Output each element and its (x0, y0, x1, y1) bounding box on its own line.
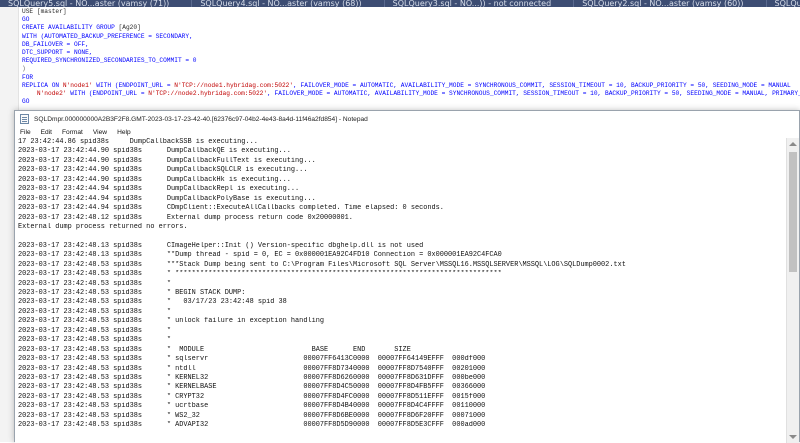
scrollbar-thumb[interactable] (789, 152, 797, 272)
log-line: 2023-03-17 23:42:48.12 spid38s External … (18, 214, 784, 223)
code-token: , FAILOVER_MODE = AUTOMATIC, AVAILABILIT… (267, 90, 800, 97)
code-line: FOR (22, 74, 800, 82)
window-title: SQLDmpr.000000000A2B3F2F8.GMT-2023-03-17… (34, 116, 368, 123)
code-token: DB_FAILOVER = OFF, (22, 41, 89, 48)
log-line: 2023-03-17 23:42:48.53 spid38s * unlock … (18, 317, 784, 326)
ssms-document-tabs: SQLQuery5.sql - NO...aster (vamsy (71))S… (0, 0, 800, 7)
log-line: External dump process returned no errors… (18, 223, 784, 232)
code-token: , FAILOVER_MODE = AUTOMATIC, AVAILABILIT… (293, 82, 791, 89)
code-line: GO (22, 98, 800, 106)
log-line: 2023-03-17 23:42:44.94 spid38s CDmpClien… (18, 204, 784, 213)
code-token: USE [master] (22, 8, 67, 15)
notepad-titlebar[interactable]: SQLDmpr.000000000A2B3F2F8.GMT-2023-03-17… (15, 111, 799, 127)
menu-file[interactable]: File (20, 129, 31, 136)
code-line: DTC_SUPPORT = NONE, (22, 49, 800, 57)
log-line: 17 23:42:44.86 spid38s DumpCallbackSSB i… (18, 138, 784, 147)
code-token: REPLICA ON (22, 82, 63, 89)
scroll-down-arrow-icon[interactable] (789, 435, 797, 439)
ssms-tab[interactable]: SQLQuery2.sql - NO...aster (vamsy (60)) (574, 0, 766, 7)
code-token: GO (22, 98, 29, 105)
code-token: N'TCP://node2.hybridag.com:5022' (148, 90, 267, 97)
notepad-window: SQLDmpr.000000000A2B3F2F8.GMT-2023-03-17… (14, 110, 800, 442)
log-line: 2023-03-17 23:42:48.53 spid38s * WS2_32 … (18, 412, 784, 421)
menu-format[interactable]: Format (62, 129, 83, 136)
log-line: 2023-03-17 23:42:48.53 spid38s * sqlserv… (18, 355, 784, 364)
log-text: 17 23:42:44.86 spid38s DumpCallbackSSB i… (18, 138, 784, 431)
log-line: 2023-03-17 23:42:48.53 spid38s * (18, 336, 784, 345)
notepad-icon (20, 114, 29, 124)
log-line: 2023-03-17 23:42:48.53 spid38s * ntdll 0… (18, 365, 784, 374)
menu-help[interactable]: Help (117, 129, 131, 136)
code-token: N'node2' (22, 90, 67, 97)
ssms-tab[interactable]: SQLQuery1.sql - NO...aster (vamsy (71)) (767, 0, 800, 7)
scroll-up-arrow-icon[interactable] (789, 142, 797, 146)
log-line: 2023-03-17 23:42:48.53 spid38s * 03/17/2… (18, 298, 784, 307)
log-line: 2023-03-17 23:42:48.53 spid38s * CRYPT32… (18, 393, 784, 402)
log-line: 2023-03-17 23:42:44.94 spid38s DumpCallb… (18, 195, 784, 204)
code-token: WITH (ENDPOINT_URL = (93, 82, 175, 89)
log-line: 2023-03-17 23:42:48.53 spid38s * (18, 308, 784, 317)
code-line: ) (22, 65, 800, 73)
code-token: N'node1' (63, 82, 93, 89)
code-line: CREATE AVAILABILITY GROUP [Ag20] (22, 24, 800, 32)
log-line: 2023-03-17 23:42:44.90 spid38s DumpCallb… (18, 176, 784, 185)
log-line: 2023-03-17 23:42:44.94 spid38s DumpCallb… (18, 185, 784, 194)
log-line: 2023-03-17 23:42:48.53 spid38s ***Stack … (18, 261, 784, 270)
code-line: REPLICA ON N'node1' WITH (ENDPOINT_URL =… (22, 82, 800, 90)
log-line: 2023-03-17 23:42:48.53 spid38s * (18, 327, 784, 336)
menu-bar: File Edit Format View Help (15, 127, 799, 138)
code-token: REQUIRED_SYNCHRONIZED_SECONDARIES_TO_COM… (22, 57, 197, 64)
ssms-tab[interactable]: SQLQuery3.sql - NO...)) - not connected (385, 0, 575, 7)
log-line: 2023-03-17 23:42:48.53 spid38s * ucrtbas… (18, 402, 784, 411)
vertical-scrollbar[interactable] (786, 138, 799, 443)
log-line: 2023-03-17 23:42:48.53 spid38s * (18, 280, 784, 289)
code-token: CREATE AVAILABILITY GROUP (22, 24, 119, 31)
code-line: USE [master] (22, 8, 800, 16)
code-token: [Ag20] (119, 24, 141, 31)
log-line: 2023-03-17 23:42:44.90 spid38s DumpCallb… (18, 157, 784, 166)
code-line: WITH (AUTOMATED_BACKUP_PREFERENCE = SECO… (22, 33, 800, 41)
log-line: 2023-03-17 23:42:48.13 spid38s CImageHel… (18, 242, 784, 251)
code-token: WITH (ENDPOINT_URL = (67, 90, 149, 97)
log-line: 2023-03-17 23:42:48.53 spid38s * BEGIN S… (18, 289, 784, 298)
log-line (18, 232, 784, 241)
code-token: WITH (AUTOMATED_BACKUP_PREFERENCE = SECO… (22, 33, 193, 40)
code-token: ) (22, 65, 26, 72)
code-line: REQUIRED_SYNCHRONIZED_SECONDARIES_TO_COM… (22, 57, 800, 65)
log-line: 2023-03-17 23:42:48.53 spid38s * KERNELB… (18, 383, 784, 392)
log-line: 2023-03-17 23:42:48.53 spid38s * *******… (18, 270, 784, 279)
ssms-tab[interactable]: SQLQuery4.sql - NO...aster (vamsy (68)) (192, 0, 384, 7)
log-line: 2023-03-17 23:42:48.13 spid38s **Dump th… (18, 251, 784, 260)
code-token: DTC_SUPPORT = NONE, (22, 49, 93, 56)
code-token: N'TCP://node1.hybridag.com:5022' (174, 82, 293, 89)
menu-view[interactable]: View (93, 129, 107, 136)
notepad-text-area[interactable]: 17 23:42:44.86 spid38s DumpCallbackSSB i… (15, 138, 786, 443)
ssms-tab[interactable]: SQLQuery5.sql - NO...aster (vamsy (71)) (0, 0, 192, 7)
code-line: N'node2' WITH (ENDPOINT_URL = N'TCP://no… (22, 90, 800, 98)
code-line: DB_FAILOVER = OFF, (22, 41, 800, 49)
log-line: 2023-03-17 23:42:44.90 spid38s DumpCallb… (18, 147, 784, 156)
menu-edit[interactable]: Edit (41, 129, 52, 136)
code-token: GO (22, 16, 29, 23)
log-line: 2023-03-17 23:42:48.53 spid38s * KERNEL3… (18, 374, 784, 383)
ssms-code-area[interactable]: USE [master]GOCREATE AVAILABILITY GROUP … (22, 8, 800, 118)
log-line: 2023-03-17 23:42:48.53 spid38s * MODULE … (18, 346, 784, 355)
log-line: 2023-03-17 23:42:44.90 spid38s DumpCallb… (18, 166, 784, 175)
log-line: 2023-03-17 23:42:48.53 spid38s * ADVAPI3… (18, 421, 784, 430)
code-token: FOR (22, 74, 33, 81)
code-line: GO (22, 16, 800, 24)
